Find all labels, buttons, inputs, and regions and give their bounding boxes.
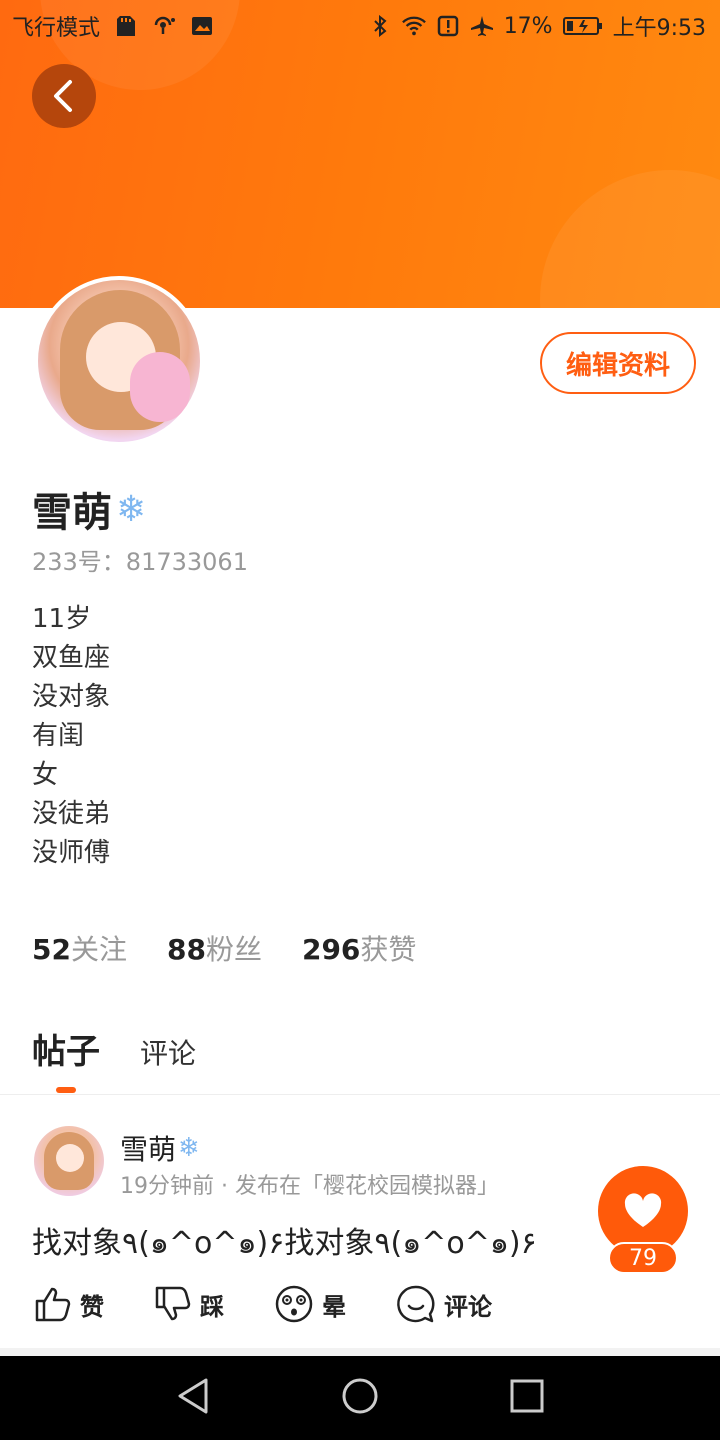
post-author-avatar[interactable]: [34, 1126, 104, 1196]
battery-charging-icon: [562, 14, 603, 38]
post-author-name[interactable]: 雪萌: [120, 1128, 176, 1168]
like-count-badge: 79: [608, 1242, 678, 1274]
bio-line: 没徒弟: [32, 799, 111, 829]
bio-line: 没师傅: [32, 838, 111, 868]
image-icon: [190, 14, 214, 38]
status-bar: 飞行模式 17% 上午9:53: [0, 0, 720, 52]
stat-label: 关注: [70, 933, 127, 966]
upvote-label: 赞: [80, 1292, 104, 1321]
header-decoration-circle: [540, 170, 720, 308]
snowflake-icon: ❄: [178, 1133, 200, 1163]
stat-label: 获赞: [360, 933, 417, 966]
post-meta: 19分钟前 · 发布在「樱花校园模拟器」: [120, 1174, 499, 1199]
stat-followers[interactable]: 88粉丝: [167, 928, 262, 968]
sd-card-icon: [114, 14, 138, 38]
home-circle-icon[interactable]: [340, 1376, 380, 1420]
bio-line: 有闺: [32, 721, 85, 751]
edit-profile-button[interactable]: 编辑资料: [540, 332, 696, 394]
stat-value: 88: [166, 933, 206, 966]
stat-value: 296: [301, 933, 361, 966]
battery-percent: 17%: [503, 13, 553, 39]
recents-square-icon[interactable]: [507, 1376, 547, 1420]
downvote-label: 踩: [200, 1292, 224, 1321]
profile-tabs: 帖子 评论: [32, 1024, 196, 1073]
comment-button[interactable]: 评论: [396, 1284, 492, 1324]
active-tab-indicator: [56, 1087, 76, 1093]
status-bar-left: 飞行模式: [12, 10, 214, 42]
status-bar-right: 17% 上午9:53: [368, 10, 706, 42]
tab-comments[interactable]: 评论: [140, 1032, 196, 1072]
thumbs-down-icon: [155, 1286, 191, 1321]
clock: 上午9:53: [612, 16, 706, 41]
dizzy-face-icon: [275, 1285, 313, 1323]
profile-name: 雪萌: [32, 490, 112, 536]
bio-line: 11岁: [32, 604, 92, 634]
stat-following[interactable]: 52关注: [32, 928, 127, 968]
bio-line: 没对象: [32, 682, 111, 712]
airplane-icon: [470, 14, 494, 38]
system-nav-bar: [0, 1356, 720, 1440]
avatar-face-shape: [56, 1144, 84, 1172]
upvote-button[interactable]: 赞: [34, 1285, 104, 1323]
airplane-mode-label: 飞行模式: [12, 16, 101, 41]
dizzy-reaction-button[interactable]: 晕: [274, 1284, 346, 1324]
wifi-icon: [401, 14, 426, 38]
snowflake-icon: ❄: [116, 488, 147, 530]
chevron-left-icon: [54, 80, 72, 112]
section-separator: [0, 1348, 720, 1356]
stat-value: 52: [32, 933, 71, 966]
back-triangle-icon[interactable]: [173, 1376, 213, 1420]
hotspot-icon: [152, 14, 176, 38]
bio-line: 双鱼座: [32, 643, 111, 673]
stat-likes[interactable]: 296获赞: [302, 928, 416, 968]
stat-label: 粉丝: [205, 933, 262, 966]
profile-avatar[interactable]: [34, 276, 204, 446]
back-button[interactable]: [32, 64, 96, 128]
divider: [0, 1094, 720, 1095]
bluetooth-icon: [368, 14, 392, 38]
profile-uid: 233号：81733061: [32, 548, 248, 576]
profile-bio: 11岁 双鱼座 没对象 有闺 女 没徒弟 没师傅: [32, 600, 110, 873]
post-actions: 赞 踩 晕 评论: [34, 1284, 492, 1324]
alert-icon: [436, 14, 460, 38]
post-author-row: 雪萌 ❄: [120, 1128, 200, 1168]
bio-line: 女: [32, 760, 59, 790]
dizzy-label: 晕: [322, 1292, 346, 1321]
avatar-bunny-shape: [130, 352, 190, 422]
comment-label: 评论: [444, 1292, 492, 1321]
profile-name-row: 雪萌 ❄: [32, 480, 146, 538]
tab-posts[interactable]: 帖子: [32, 1024, 100, 1073]
downvote-button[interactable]: 踩: [154, 1285, 224, 1323]
heart-icon: [624, 1193, 662, 1227]
post-text[interactable]: 找对象٩(๑^o^๑)۶找对象٩(๑^o^๑)۶: [32, 1218, 537, 1267]
profile-stats: 52关注 88粉丝 296获赞: [32, 928, 416, 968]
comment-icon: [397, 1285, 435, 1323]
thumbs-up-icon: [35, 1287, 71, 1322]
